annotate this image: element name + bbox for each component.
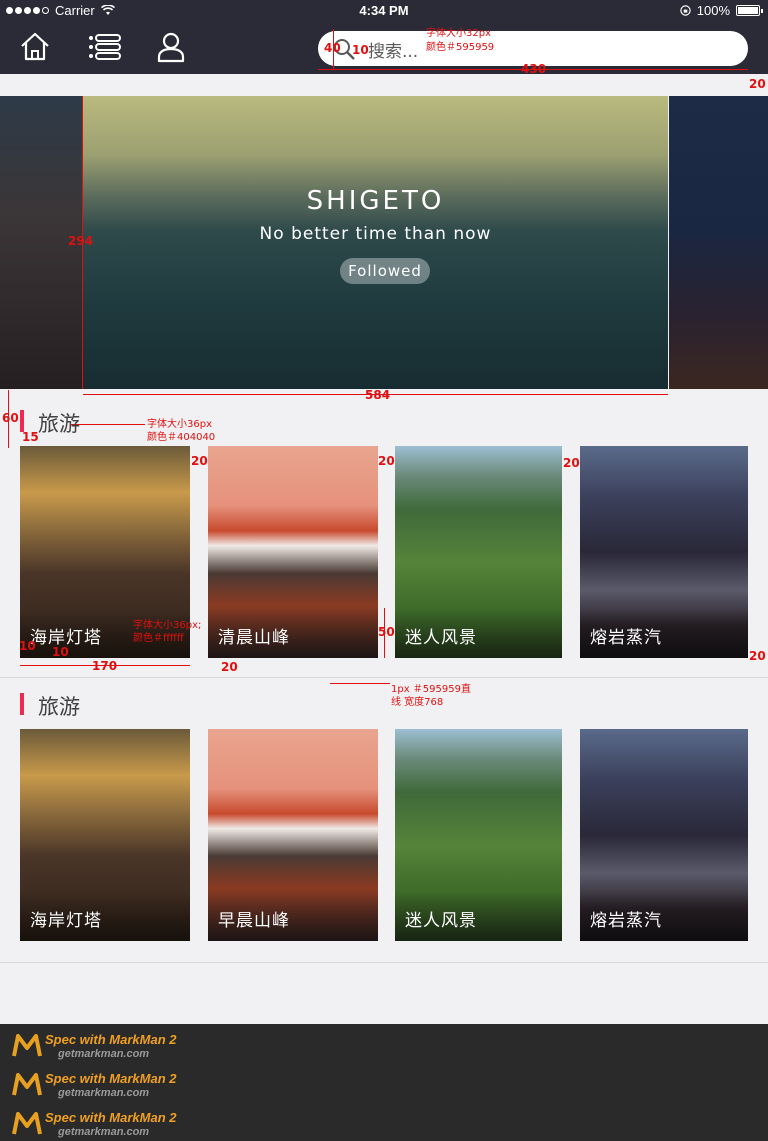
markman-url: getmarkman.com <box>58 1126 150 1138</box>
section-title: 旅游 <box>38 412 80 436</box>
status-bar: Carrier 4:34 PM 100% <box>0 0 768 20</box>
banner-next-slide[interactable] <box>669 96 768 389</box>
spec-search-padding: 10 <box>352 43 369 57</box>
markman-name: MarkMan 2 <box>109 1071 177 1086</box>
followed-button[interactable]: Followed <box>340 258 430 284</box>
spec-banner-height: 294 <box>68 234 94 248</box>
card-label: 清晨山峰 <box>218 628 290 648</box>
spec-line <box>330 683 390 684</box>
spec-gap: 20 <box>191 454 208 468</box>
spec-search-width: 430 <box>521 62 547 76</box>
card-label: 海岸灯塔 <box>30 911 102 931</box>
banner-slide[interactable]: SHIGETO No better time than now Followed <box>83 96 668 389</box>
markman-url: getmarkman.com <box>58 1087 150 1099</box>
spec-gap-60: 60 <box>2 411 19 425</box>
user-icon[interactable] <box>154 30 188 64</box>
markman-name: MarkMan 2 <box>109 1032 177 1047</box>
spec-card-color: 颜色＃ffffff <box>133 633 184 644</box>
markman-footer: Spec with MarkMan 2 getmarkman.com Spec … <box>0 1024 768 1141</box>
search-placeholder: 搜索... <box>368 42 419 62</box>
card-label: 迷人风景 <box>405 628 477 648</box>
spec-gap: 20 <box>378 454 395 468</box>
spec-title-font: 字体大小36px <box>147 419 212 430</box>
spec-gap: 20 <box>749 649 766 663</box>
spec-gap-15: 15 <box>22 430 39 444</box>
home-icon[interactable] <box>18 30 52 64</box>
list-menu-icon[interactable] <box>87 30 121 64</box>
orientation-lock-icon <box>680 5 691 16</box>
section-divider <box>0 962 768 963</box>
markman-prefix: Spec with <box>45 1110 110 1125</box>
status-time: 4:34 PM <box>359 3 409 18</box>
banner-subtitle: No better time than now <box>259 224 492 244</box>
spec-caption-height: 50 <box>378 625 395 639</box>
section-divider <box>0 677 768 678</box>
spec-gap: 20 <box>563 456 580 470</box>
spec-banner-width: 584 <box>365 388 391 402</box>
card-label: 迷人风景 <box>405 911 477 931</box>
card-label: 熔岩蒸汽 <box>590 911 662 931</box>
spec-gap: 20 <box>749 77 766 91</box>
banner-title: SHIGETO <box>306 186 445 216</box>
markman-prefix: Spec with <box>45 1032 110 1047</box>
markman-logo-icon <box>12 1034 42 1057</box>
travel-card[interactable]: 早晨山峰 <box>208 729 378 941</box>
spec-line <box>70 424 145 425</box>
spec-gap: 20 <box>221 660 238 674</box>
travel-card[interactable]: 海岸灯塔 <box>20 729 190 941</box>
markman-url: getmarkman.com <box>58 1048 150 1060</box>
card-label: 早晨山峰 <box>218 911 290 931</box>
spec-search-color: 颜色＃595959 <box>426 42 495 53</box>
spec-title-color: 颜色＃404040 <box>147 432 216 443</box>
travel-card[interactable]: 清晨山峰 <box>208 446 378 658</box>
spec-card-font: 字体大小36px; <box>133 620 202 631</box>
card-label: 熔岩蒸汽 <box>590 628 662 648</box>
spec-card-width: 170 <box>92 659 118 673</box>
section-accent-bar <box>20 410 24 432</box>
spec-pad: 10 <box>52 645 69 659</box>
spec-search-height: 40 <box>324 41 341 55</box>
markman-name: MarkMan 2 <box>109 1110 177 1125</box>
travel-card[interactable]: 熔岩蒸汽 <box>580 729 748 941</box>
spec-divider-note: 1px ＃595959直 <box>391 684 471 695</box>
battery-icon <box>736 5 763 16</box>
markman-logo-icon <box>12 1073 42 1096</box>
travel-card[interactable]: 迷人风景 <box>395 729 562 941</box>
battery-percent: 100% <box>696 3 730 18</box>
spec-pad: 10 <box>19 639 36 653</box>
search-input[interactable]: 搜索... <box>318 31 748 66</box>
travel-card[interactable]: 熔岩蒸汽 <box>580 446 748 658</box>
spec-divider-note: 线 宽度768 <box>391 697 444 708</box>
spec-search-font: 字体大小32px <box>426 28 491 39</box>
travel-card[interactable]: 迷人风景 <box>395 446 562 658</box>
section-accent-bar <box>20 693 24 715</box>
markman-prefix: Spec with <box>45 1071 110 1086</box>
section-title: 旅游 <box>38 695 80 719</box>
markman-logo-icon <box>12 1112 42 1135</box>
